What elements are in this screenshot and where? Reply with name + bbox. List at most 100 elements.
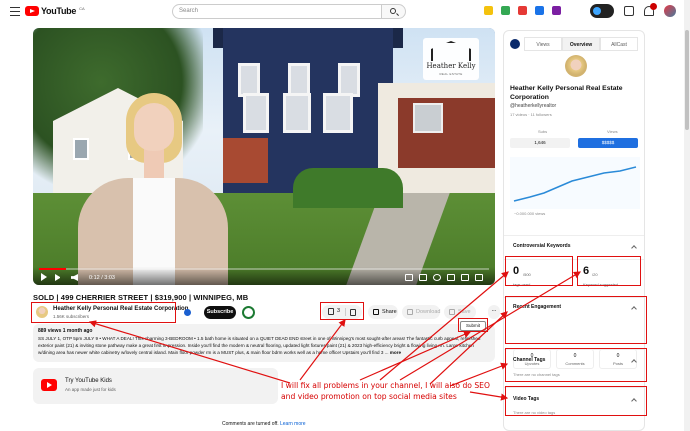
learn-more-link[interactable]: Learn more (280, 421, 306, 427)
engagement-title: Recent Engagement (513, 304, 562, 310)
controversial-section[interactable]: Controversial Keywords (504, 235, 644, 259)
extension-icon[interactable] (501, 6, 510, 15)
watermark-sub: REAL ESTATE (439, 72, 463, 76)
notifications-icon[interactable] (644, 3, 657, 16)
youtube-play-icon (25, 6, 39, 16)
save-button[interactable]: Save (444, 305, 476, 319)
subs-box: 1,646 (510, 138, 570, 148)
tab-overview[interactable]: Overview (562, 37, 600, 51)
chevron-up-icon[interactable] (631, 359, 637, 365)
autoplay-icon[interactable] (405, 274, 413, 281)
progress-bar[interactable] (39, 268, 489, 270)
channel-name[interactable]: Heather Kelly Personal Real Estate Corpo… (53, 306, 188, 312)
extension-badge-icon[interactable] (242, 306, 255, 319)
description-more-link[interactable]: more (390, 350, 401, 355)
panel-stats: 17 videos · 11 followers (510, 112, 552, 117)
panel-channel-name: Heather Kelly Personal Real Estate Corpo… (510, 85, 623, 101)
settings-icon[interactable] (433, 274, 441, 281)
thumbs-up-icon[interactable] (328, 308, 334, 315)
share-button[interactable]: Share (368, 305, 398, 319)
tags-used-count: 0 (513, 265, 520, 277)
tab-views[interactable]: Views (524, 37, 562, 51)
menu-icon[interactable] (10, 7, 20, 16)
description-box[interactable]: 889 views 1 month ago SS JULY 1, OTP 5pm… (33, 324, 495, 362)
more-actions-button[interactable]: ... (488, 305, 500, 319)
extension-icons (484, 6, 561, 15)
view-count-date: 889 views 1 month ago (38, 328, 93, 334)
video-tags-section[interactable]: Video Tags There are no video tags (504, 387, 644, 427)
youtube-kids-icon (41, 379, 57, 391)
video-title: SOLD | 499 CHERRIER STREET | $319,900 | … (33, 293, 249, 302)
video-tags-title: Video Tags (513, 396, 540, 402)
youtube-kids-card[interactable]: Try YouTube Kids An app made just for ki… (33, 368, 278, 404)
video-player[interactable]: Heather Kelly REAL ESTATE 0:12 / 3:03 (33, 28, 495, 285)
panel-handle: @heatherkellyrealtor (510, 103, 557, 109)
search-button[interactable] (382, 4, 406, 19)
keyword-suffix: /20 (592, 272, 598, 277)
views-box[interactable]: $$$$$ (578, 138, 638, 148)
download-icon (407, 309, 413, 315)
top-bar: YouTube CA Search (0, 0, 690, 24)
account-avatar[interactable] (664, 5, 676, 17)
chevron-up-icon[interactable] (631, 306, 637, 312)
share-icon (373, 309, 379, 315)
kids-subtitle: An app made just for kids (65, 387, 116, 392)
kids-title: Try YouTube Kids (65, 378, 112, 384)
channel-tags-section[interactable]: Channel Tags There are no channel tags (504, 349, 644, 387)
chevron-up-icon[interactable] (631, 245, 637, 251)
engagement-section[interactable]: Recent Engagement (504, 297, 644, 347)
youtube-logo[interactable]: YouTube CA (25, 6, 85, 16)
download-label: Download (416, 309, 441, 315)
video-tags-empty: There are no video tags (513, 410, 556, 415)
theater-icon[interactable] (461, 274, 469, 281)
thumbs-down-icon[interactable] (350, 309, 356, 316)
video-presenter (78, 93, 238, 285)
subscribe-button[interactable]: Subscribe (204, 306, 236, 319)
play-icon[interactable] (41, 273, 47, 281)
logo-region: CA (79, 6, 85, 11)
search-input[interactable]: Search (172, 4, 382, 19)
submit-button[interactable]: Submit (460, 321, 486, 331)
tab-allcast[interactable]: AllCast (600, 37, 638, 51)
search-icon (390, 8, 396, 14)
comments-notice: Comments are turned off. Learn more (222, 421, 306, 427)
time-display: 0:12 / 3:03 (89, 275, 115, 281)
logo-text: YouTube (41, 6, 77, 16)
vidiq-logo-icon (510, 39, 520, 49)
create-icon[interactable] (624, 6, 634, 16)
tags-summary-section: 0 /500 tags used 6 /20 Keyword suggested (504, 259, 644, 293)
graph-label: ~0.000.000 views (514, 211, 546, 216)
extension-icon[interactable] (484, 6, 493, 15)
watermark-name: Heather Kelly (426, 62, 476, 70)
tags-used-suffix: /500 (523, 272, 531, 277)
download-button[interactable]: Download (402, 305, 440, 319)
share-label: Share (382, 309, 397, 315)
tags-used-label: tags used (513, 282, 531, 287)
channel-tags-title: Channel Tags (513, 357, 546, 363)
save-icon (449, 309, 455, 315)
channel-avatar[interactable] (36, 306, 48, 318)
views-header: Views (607, 129, 618, 134)
next-icon[interactable] (55, 274, 62, 281)
extension-icon[interactable] (552, 6, 561, 15)
subscriber-count: 1.56K subscribers (53, 314, 90, 319)
panel-tabs: Views Overview AllCast (504, 37, 644, 51)
extension-icon[interactable] (535, 6, 544, 15)
miniplayer-icon[interactable] (447, 274, 455, 281)
vidiq-panel: Views Overview AllCast Heather Kelly Per… (503, 30, 645, 431)
growth-graph (510, 157, 640, 209)
house-logo-icon (431, 41, 471, 61)
panel-avatar (565, 55, 587, 77)
notification-dot (650, 3, 657, 10)
extension-icon[interactable] (518, 6, 527, 15)
chevron-up-icon[interactable] (631, 398, 637, 404)
scrollbar[interactable] (684, 0, 690, 431)
vidiq-toggle-icon[interactable] (590, 4, 614, 18)
scrollbar-thumb[interactable] (685, 30, 689, 130)
like-count[interactable]: 3 (337, 308, 340, 314)
captions-icon[interactable] (419, 274, 427, 281)
subs-header: Subs (538, 129, 548, 134)
save-label: Save (458, 309, 471, 315)
controversial-title: Controversial Keywords (513, 243, 571, 249)
fullscreen-icon[interactable] (475, 274, 483, 281)
